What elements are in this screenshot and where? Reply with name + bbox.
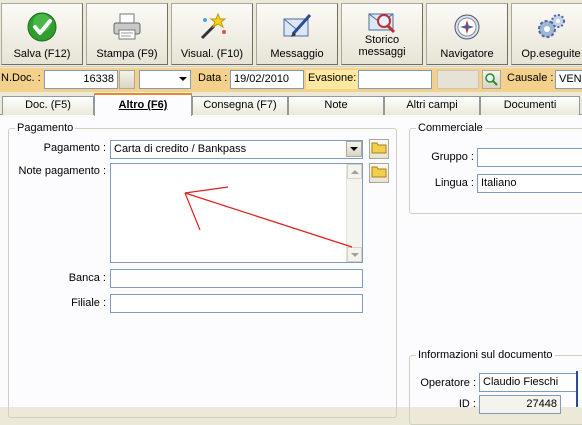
envelope-pen-icon bbox=[280, 10, 314, 44]
pagamento-dropdown-button[interactable] bbox=[346, 141, 362, 157]
tab-bar: Doc. (F5) Altro (F6) Consegna (F7) Note … bbox=[0, 93, 582, 116]
note-pagamento-label: Note pagamento : bbox=[18, 165, 106, 177]
print-button[interactable]: Stampa (F9) bbox=[86, 3, 168, 65]
tab-panel-altro: Pagamento Pagamento : Carta di credito /… bbox=[0, 115, 582, 425]
filiale-field[interactable] bbox=[110, 294, 363, 313]
gears-icon bbox=[534, 10, 568, 44]
causale-label: Causale : bbox=[507, 72, 554, 84]
operations-button-label: Op.eseguite bbox=[521, 48, 581, 60]
pagamento-folder-button[interactable] bbox=[369, 139, 389, 159]
annotation-arrow bbox=[184, 186, 353, 248]
message-button[interactable]: Messaggio bbox=[256, 3, 338, 65]
navigator-button-label: Navigatore bbox=[440, 48, 494, 60]
causale-field[interactable]: VENDI bbox=[555, 70, 582, 89]
commerciale-group-title: Commerciale bbox=[416, 122, 485, 135]
tab-altro-label: Altro (F6) bbox=[118, 99, 168, 111]
id-label: ID : bbox=[458, 398, 476, 410]
search-button[interactable] bbox=[482, 70, 501, 89]
envelope-search-icon bbox=[365, 10, 399, 34]
ndoc-label: N.Doc. : bbox=[1, 72, 41, 84]
ndoc-field[interactable]: 16338 bbox=[44, 70, 118, 89]
tab-consegna[interactable]: Consegna (F7) bbox=[192, 96, 288, 115]
print-button-label: Stampa (F9) bbox=[96, 48, 158, 60]
commerciale-group: Commerciale bbox=[409, 122, 582, 214]
document-header-row: N.Doc. : 16338 Data : 19/02/2010 Evasion… bbox=[0, 68, 582, 92]
compass-icon bbox=[450, 10, 484, 44]
chevron-down-icon bbox=[350, 143, 358, 156]
tab-note-label: Note bbox=[324, 99, 348, 111]
focus-indicator bbox=[576, 371, 578, 407]
note-folder-button[interactable] bbox=[369, 163, 389, 183]
message-history-button[interactable]: Storico messaggi bbox=[341, 3, 423, 65]
preview-button[interactable]: Visual. (F10) bbox=[171, 3, 253, 65]
search-icon bbox=[484, 73, 499, 88]
check-icon bbox=[25, 10, 59, 44]
banca-field[interactable] bbox=[110, 269, 363, 288]
operatore-field: Claudio Fieschi bbox=[479, 373, 577, 392]
folder-icon bbox=[371, 141, 387, 157]
scroll-up-icon[interactable] bbox=[347, 164, 362, 179]
folder-icon bbox=[371, 165, 387, 181]
date-label: Data : bbox=[198, 72, 228, 84]
message-history-button-label: Storico messaggi bbox=[358, 34, 406, 58]
pagamento-group-title: Pagamento bbox=[15, 122, 76, 135]
id-field: 27448 bbox=[479, 395, 561, 414]
pagamento-label: Pagamento : bbox=[43, 142, 106, 154]
filiale-label: Filiale : bbox=[71, 297, 106, 309]
ndoc-lookup-button[interactable] bbox=[119, 70, 135, 89]
tab-documenti[interactable]: Documenti bbox=[480, 96, 580, 115]
lingua-field[interactable]: Italiano bbox=[477, 174, 582, 193]
chevron-down-icon bbox=[179, 73, 187, 87]
save-button-label: Salva (F12) bbox=[13, 48, 71, 60]
evasione-extra-field bbox=[437, 70, 479, 89]
date-field[interactable]: 19/02/2010 bbox=[230, 70, 304, 89]
tab-doc[interactable]: Doc. (F5) bbox=[2, 96, 94, 115]
save-button[interactable]: Salva (F12) bbox=[1, 3, 83, 65]
navigator-button[interactable]: Navigatore bbox=[426, 3, 508, 65]
pagamento-select-value: Carta di credito / Bankpass bbox=[114, 143, 247, 155]
gruppo-label: Gruppo : bbox=[431, 151, 474, 163]
operatore-label: Operatore : bbox=[420, 377, 476, 389]
tab-documenti-label: Documenti bbox=[503, 99, 557, 111]
tab-altri-campi[interactable]: Altri campi bbox=[384, 96, 480, 115]
pagamento-select[interactable]: Carta di credito / Bankpass bbox=[110, 140, 363, 159]
tab-altro[interactable]: Altro (F6) bbox=[94, 93, 192, 116]
info-group-title: Informazioni sul documento bbox=[416, 349, 555, 362]
magic-wand-icon bbox=[195, 10, 229, 44]
operations-button[interactable]: Op.eseguite bbox=[511, 3, 582, 65]
preview-button-label: Visual. (F10) bbox=[180, 48, 244, 60]
gruppo-field[interactable] bbox=[477, 148, 582, 167]
tab-doc-label: Doc. (F5) bbox=[25, 99, 71, 111]
banca-label: Banca : bbox=[68, 272, 106, 284]
lingua-label: Lingua : bbox=[434, 177, 474, 189]
tab-note[interactable]: Note bbox=[288, 96, 384, 115]
evasione-label: Evasione: bbox=[306, 70, 359, 89]
evasione-field[interactable] bbox=[358, 70, 432, 89]
toolbar: Salva (F12) Stampa (F9) Visual. (F10) Me… bbox=[0, 0, 582, 67]
tab-altri-campi-label: Altri campi bbox=[406, 99, 458, 111]
printer-icon bbox=[110, 10, 144, 44]
series-select[interactable] bbox=[139, 70, 191, 89]
tab-consegna-label: Consegna (F7) bbox=[203, 99, 277, 111]
message-button-label: Messaggio bbox=[270, 48, 324, 60]
